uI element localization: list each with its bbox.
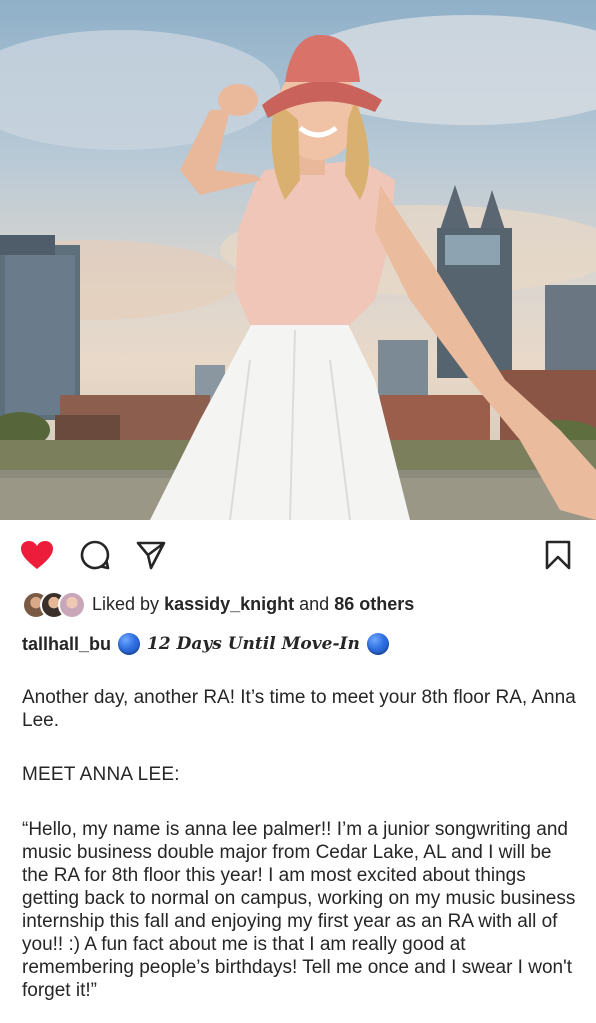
- like-button[interactable]: [17, 533, 57, 577]
- heart-filled-icon: [21, 541, 53, 569]
- likes-others-count[interactable]: 86 others: [334, 594, 414, 614]
- caption-paragraph-quote: “Hello, my name is anna lee palmer!! I’m…: [22, 819, 576, 1001]
- save-button[interactable]: [538, 533, 578, 577]
- share-button[interactable]: [131, 533, 171, 577]
- photo-illustration: [0, 15, 596, 520]
- caption-paragraph-intro: Another day, another RA! It’s time to me…: [22, 687, 576, 731]
- likes-text: Liked by kassidy_knight and 86 others: [92, 594, 414, 615]
- liker-username[interactable]: kassidy_knight: [164, 594, 294, 614]
- comment-button[interactable]: [75, 533, 115, 577]
- liker-avatars[interactable]: [22, 591, 86, 619]
- blue-circle-icon: [366, 633, 389, 655]
- countdown-text: 12 Days Until Move-In: [147, 634, 360, 654]
- avatar: [58, 591, 86, 619]
- caption-heading: MEET ANNA LEE:: [22, 764, 180, 785]
- likes-summary: Liked by kassidy_knight and 86 others: [22, 588, 414, 620]
- blue-circle-icon: [118, 633, 141, 655]
- likes-connector: and: [299, 593, 330, 614]
- poster-username[interactable]: tallhall_bu: [22, 634, 111, 655]
- caption-header: tallhall_bu 12 Days Until Move-In: [22, 628, 396, 660]
- bookmark-icon: [545, 540, 571, 570]
- comment-bubble-icon: [80, 540, 110, 570]
- likes-prefix: Liked by: [92, 593, 160, 614]
- post-action-bar: [0, 533, 596, 577]
- post-photo[interactable]: [0, 0, 596, 520]
- paper-plane-icon: [136, 541, 166, 570]
